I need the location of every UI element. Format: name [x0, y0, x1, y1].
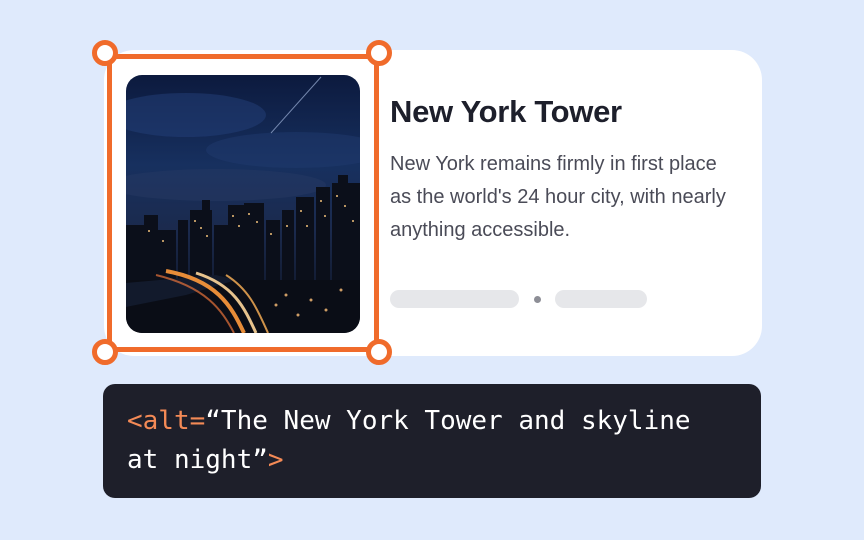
- placeholder-bar: [555, 290, 647, 308]
- code-open-tag: <alt=: [127, 406, 206, 436]
- card-description: New York remains firmly in first place a…: [390, 153, 726, 241]
- resize-handle-top-right[interactable]: [366, 40, 392, 66]
- selection-outline: [107, 54, 379, 352]
- resize-handle-bottom-left[interactable]: [92, 339, 118, 365]
- code-alt-text: “The New York Tower and skyline at night…: [127, 406, 691, 475]
- resize-handle-top-left[interactable]: [92, 40, 118, 66]
- separator-dot: [534, 296, 541, 303]
- code-close-tag: >: [267, 445, 284, 475]
- card-title: New York Tower: [390, 94, 622, 129]
- resize-handle-bottom-right[interactable]: [366, 339, 392, 365]
- placeholder-bar: [390, 290, 519, 308]
- alt-code-block: <alt=“The New York Tower and skyline at …: [103, 384, 761, 498]
